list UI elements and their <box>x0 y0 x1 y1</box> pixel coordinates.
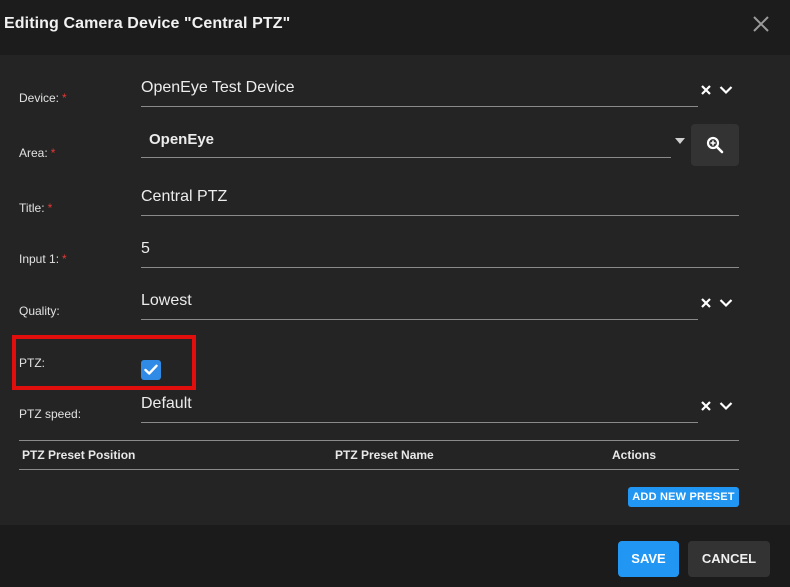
column-header-name: PTZ Preset Name <box>335 448 434 462</box>
table-top-divider <box>19 440 739 441</box>
add-new-preset-button[interactable]: ADD NEW PRESET <box>628 487 739 507</box>
quality-select[interactable]: Lowest <box>141 284 698 320</box>
input1-value: 5 <box>141 240 150 257</box>
column-header-position: PTZ Preset Position <box>22 448 136 462</box>
device-select[interactable]: OpenEye Test Device <box>141 71 698 107</box>
chevron-down-icon[interactable] <box>719 401 733 411</box>
column-header-actions: Actions <box>612 448 657 462</box>
required-marker: * <box>62 252 67 266</box>
area-select[interactable]: OpenEye <box>141 122 671 158</box>
save-button[interactable]: SAVE <box>618 541 679 577</box>
ptz-speed-select[interactable]: Default <box>141 387 698 423</box>
ptz-speed-value: Default <box>141 395 192 412</box>
clear-ptz-speed-icon[interactable] <box>700 400 712 412</box>
required-marker: * <box>50 146 56 160</box>
input1-label: Input 1: * <box>19 252 67 266</box>
quality-label: Quality: <box>19 304 60 318</box>
close-icon[interactable] <box>750 13 772 35</box>
device-value: OpenEye Test Device <box>141 79 295 96</box>
title-value: Central PTZ <box>141 188 228 205</box>
ptz-speed-label: PTZ speed: <box>19 407 82 421</box>
search-zoom-icon <box>706 136 724 154</box>
area-value: OpenEye <box>149 131 215 148</box>
input1-field[interactable]: 5 <box>141 232 739 268</box>
dropdown-arrow-icon[interactable] <box>675 138 685 144</box>
dialog-title: Editing Camera Device "Central PTZ" <box>4 15 291 32</box>
clear-device-icon[interactable] <box>700 84 712 96</box>
device-label: Device: * <box>19 91 67 105</box>
table-header-divider <box>19 469 739 470</box>
quality-value: Lowest <box>141 292 192 309</box>
chevron-down-icon[interactable] <box>719 298 733 308</box>
cancel-button[interactable]: CANCEL <box>688 541 770 577</box>
chevron-down-icon[interactable] <box>719 85 733 95</box>
title-label: Title: * <box>19 201 53 215</box>
title-input[interactable]: Central PTZ <box>141 180 739 216</box>
clear-quality-icon[interactable] <box>700 297 712 309</box>
ptz-highlight-box <box>12 335 196 390</box>
area-search-button[interactable] <box>691 124 739 166</box>
required-marker: * <box>47 201 53 215</box>
required-marker: * <box>62 91 67 105</box>
area-label: Area: * <box>19 146 56 160</box>
dialog-header: Editing Camera Device "Central PTZ" <box>0 0 790 55</box>
